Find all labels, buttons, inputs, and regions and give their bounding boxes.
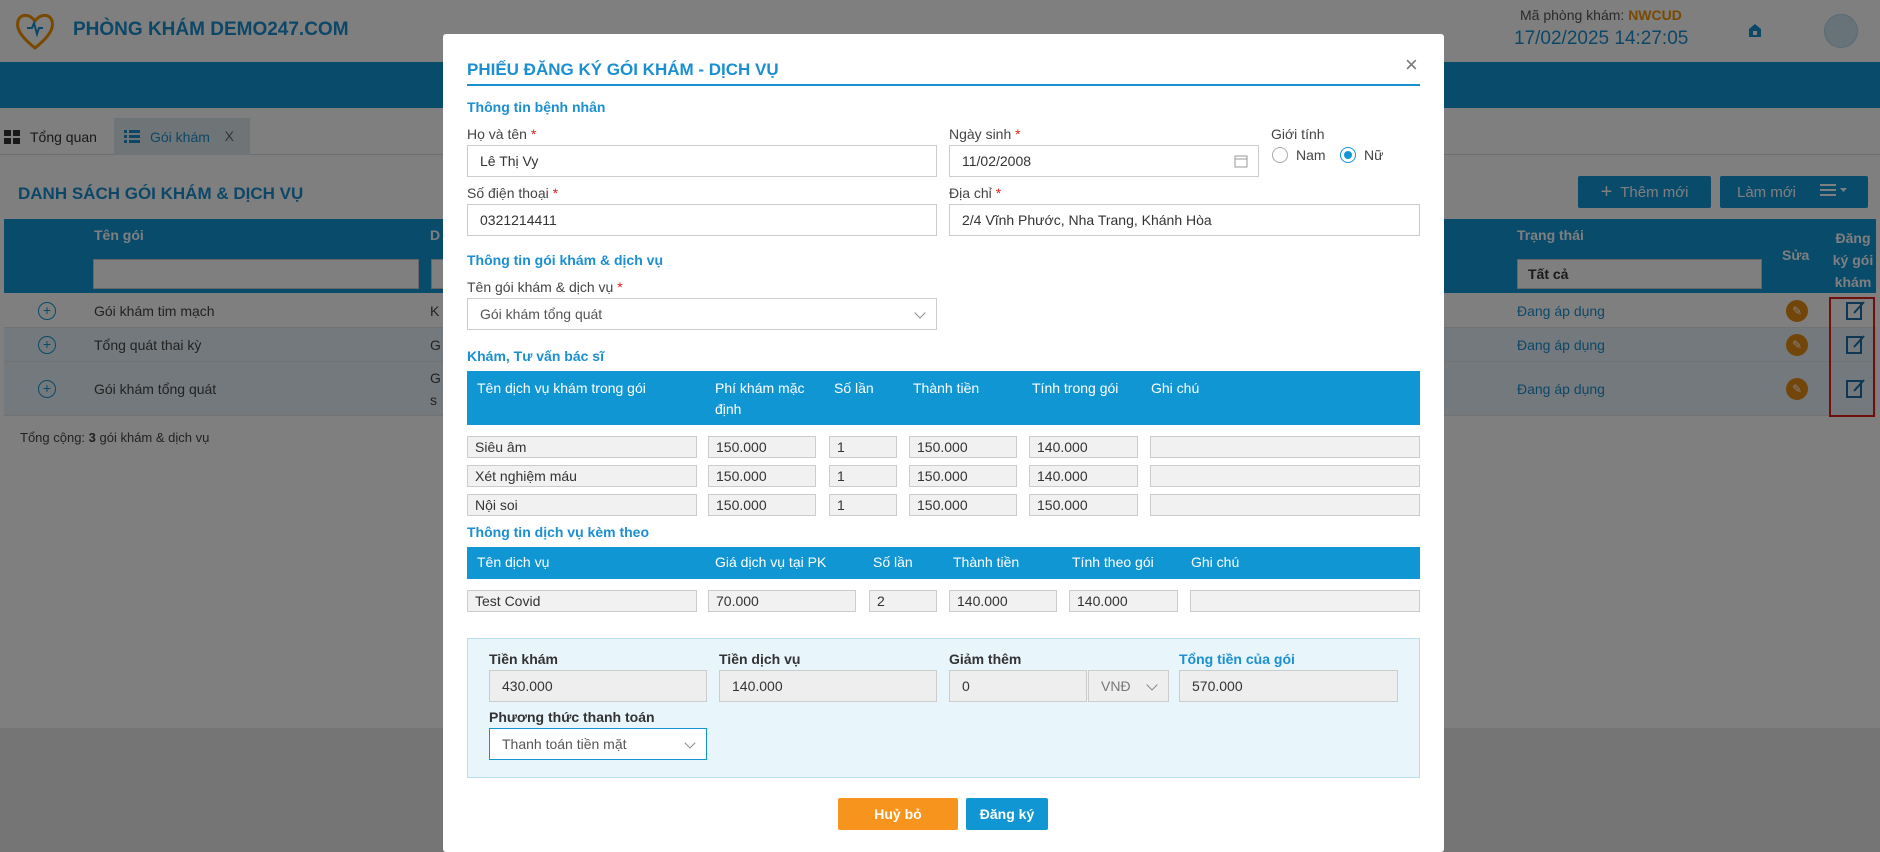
service-note-cell[interactable] xyxy=(1190,590,1420,612)
exam-fee-cell[interactable]: 150.000 xyxy=(708,494,816,516)
exam-grid-header: Tên dịch vụ khám trong gói Phí khám mặc … xyxy=(467,371,1420,425)
payment-summary: Tiền khám 430.000 Tiền dịch vụ 140.000 G… xyxy=(467,638,1420,778)
exam-name-cell[interactable]: Xét nghiệm máu xyxy=(467,465,697,487)
service-col-note: Ghi chú xyxy=(1191,554,1240,570)
exam-in-package-cell[interactable]: 150.000 xyxy=(1029,494,1138,516)
service-price-cell[interactable]: 70.000 xyxy=(708,590,856,612)
discount-input[interactable]: 0 xyxy=(949,670,1087,702)
payment-method-label: Phương thức thanh toán xyxy=(489,709,655,725)
exam-fee-field[interactable]: 430.000 xyxy=(489,670,707,702)
package-label-text: Tên gói khám & dịch vụ xyxy=(467,279,614,295)
exam-amount-cell[interactable]: 150.000 xyxy=(909,465,1017,487)
required-mark: * xyxy=(530,126,537,142)
total-label: Tổng tiền của gói xyxy=(1179,651,1295,667)
required-mark: * xyxy=(995,185,1002,201)
exam-count-cell[interactable]: 1 xyxy=(829,494,897,516)
gender-male-radio[interactable]: Nam xyxy=(1272,147,1326,163)
exam-count-cell[interactable]: 1 xyxy=(829,436,897,458)
service-section-title: Thông tin dịch vụ kèm theo xyxy=(467,524,649,540)
service-grid-header: Tên dịch vụ Giá dịch vụ tại PK Số lần Th… xyxy=(467,547,1420,579)
service-col-name: Tên dịch vụ xyxy=(477,554,550,570)
exam-fee-cell[interactable]: 150.000 xyxy=(708,436,816,458)
address-input[interactable]: 2/4 Vĩnh Phước, Nha Trang, Khánh Hòa xyxy=(949,204,1420,236)
package-label: Tên gói khám & dịch vụ * xyxy=(467,279,623,295)
name-label-text: Họ và tên xyxy=(467,126,527,142)
payment-method-select[interactable]: Thanh toán tiền mặt xyxy=(489,728,707,760)
chevron-down-icon xyxy=(684,737,696,749)
exam-count-cell[interactable]: 1 xyxy=(829,465,897,487)
service-col-amount: Thành tiền xyxy=(953,554,1020,570)
service-amount-cell[interactable]: 140.000 xyxy=(949,590,1057,612)
phone-label: Số điện thoại * xyxy=(467,185,558,201)
exam-fee-label: Tiền khám xyxy=(489,651,558,667)
service-count-cell[interactable]: 2 xyxy=(869,590,937,612)
cancel-button[interactable]: Huỷ bỏ xyxy=(838,798,958,830)
exam-col-note: Ghi chú xyxy=(1151,380,1200,396)
discount-unit-value: VNĐ xyxy=(1101,678,1131,694)
dob-value: 11/02/2008 xyxy=(962,153,1032,169)
patient-section-title: Thông tin bệnh nhân xyxy=(467,99,606,115)
package-section-title: Thông tin gói khám & dịch vụ xyxy=(467,252,663,268)
title-divider xyxy=(467,84,1420,86)
service-col-count: Số lần xyxy=(873,554,913,570)
chevron-down-icon xyxy=(1146,679,1158,691)
service-col-price: Giá dịch vụ tại PK xyxy=(715,554,827,570)
exam-col-count: Số lần xyxy=(834,380,874,396)
discount-label: Giảm thêm xyxy=(949,651,1022,667)
service-in-package-cell[interactable]: 140.000 xyxy=(1069,590,1178,612)
exam-section-title: Khám, Tư vấn bác sĩ xyxy=(467,348,604,364)
service-name-cell[interactable]: Test Covid xyxy=(467,590,697,612)
close-icon[interactable]: × xyxy=(1405,52,1418,78)
dob-label: Ngày sinh * xyxy=(949,126,1021,142)
exam-col-amount: Thành tiền xyxy=(913,380,980,396)
phone-input[interactable]: 0321214411 xyxy=(467,204,937,236)
address-label-text: Địa chỉ xyxy=(949,185,992,201)
total-field[interactable]: 570.000 xyxy=(1179,670,1398,702)
package-select-value: Gói khám tổng quát xyxy=(480,306,603,322)
service-fee-label: Tiền dịch vụ xyxy=(719,651,801,667)
service-fee-field[interactable]: 140.000 xyxy=(719,670,937,702)
radio-on-icon xyxy=(1340,147,1356,163)
package-select[interactable]: Gói khám tổng quát xyxy=(467,298,937,330)
required-mark: * xyxy=(1015,126,1021,142)
service-col-in-package: Tính theo gói xyxy=(1072,554,1154,570)
gender-female-label: Nữ xyxy=(1364,147,1384,163)
dob-input[interactable]: 11/02/2008 xyxy=(949,145,1259,177)
exam-col-fee: Phí khám mặc định xyxy=(715,380,805,417)
payment-method-value: Thanh toán tiền mặt xyxy=(502,736,627,752)
exam-col-in-package: Tính trong gói xyxy=(1032,380,1119,396)
required-mark: * xyxy=(617,279,623,295)
exam-note-cell[interactable] xyxy=(1150,494,1420,516)
gender-label: Giới tính xyxy=(1271,126,1325,142)
exam-fee-cell[interactable]: 150.000 xyxy=(708,465,816,487)
calendar-icon[interactable] xyxy=(1234,154,1248,168)
required-mark: * xyxy=(552,185,559,201)
exam-col-name: Tên dịch vụ khám trong gói xyxy=(477,380,646,396)
exam-name-cell[interactable]: Siêu âm xyxy=(467,436,697,458)
chevron-down-icon xyxy=(914,307,926,319)
exam-note-cell[interactable] xyxy=(1150,436,1420,458)
exam-note-cell[interactable] xyxy=(1150,465,1420,487)
exam-amount-cell[interactable]: 150.000 xyxy=(909,494,1017,516)
register-button[interactable]: Đăng ký xyxy=(966,798,1048,830)
registration-modal: PHIẾU ĐĂNG KÝ GÓI KHÁM - DỊCH VỤ × Thông… xyxy=(443,34,1444,852)
dob-label-text: Ngày sinh xyxy=(949,126,1012,142)
exam-amount-cell[interactable]: 150.000 xyxy=(909,436,1017,458)
phone-label-text: Số điện thoại xyxy=(467,185,549,201)
discount-unit-select[interactable]: VNĐ xyxy=(1088,670,1169,702)
address-label: Địa chỉ * xyxy=(949,185,1001,201)
gender-female-radio[interactable]: Nữ xyxy=(1340,147,1383,163)
gender-male-label: Nam xyxy=(1296,147,1326,163)
exam-in-package-cell[interactable]: 140.000 xyxy=(1029,436,1138,458)
patient-name-input[interactable]: Lê Thị Vy xyxy=(467,145,937,177)
exam-name-cell[interactable]: Nội soi xyxy=(467,494,697,516)
exam-in-package-cell[interactable]: 140.000 xyxy=(1029,465,1138,487)
radio-off-icon xyxy=(1272,147,1288,163)
name-label: Họ và tên * xyxy=(467,126,536,142)
modal-title: PHIẾU ĐĂNG KÝ GÓI KHÁM - DỊCH VỤ xyxy=(467,60,779,79)
